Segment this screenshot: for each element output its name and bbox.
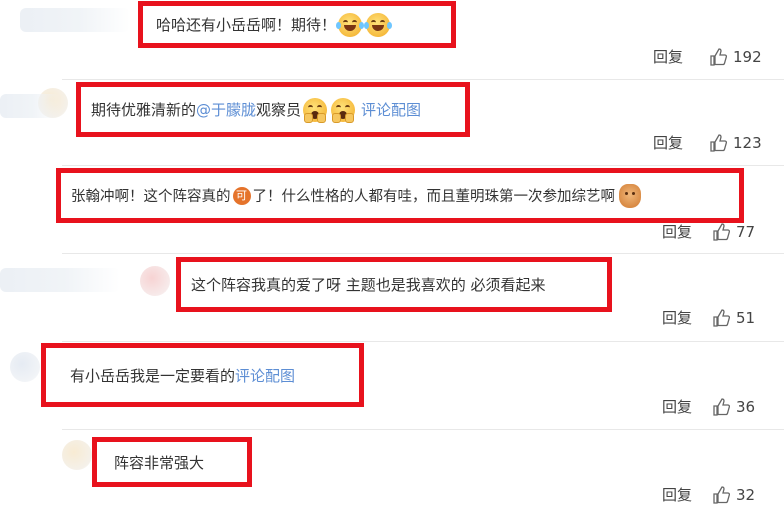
comment-item: 有小岳岳我是一定要看的 评论配图 回复 36 [0, 342, 784, 430]
comment-text-highlight: 哈哈还有小岳岳啊！期待！ [138, 1, 456, 48]
reply-button[interactable]: 回复 [653, 132, 683, 153]
comment-actions: 回复 123 [653, 132, 762, 153]
thumbs-up-icon[interactable] [709, 133, 728, 152]
comment-image-link[interactable]: 评论配图 [361, 99, 421, 120]
thumbs-up-icon[interactable] [712, 485, 731, 504]
scared-emoji-icon [331, 97, 356, 123]
comment-actions: 回复 32 [662, 484, 755, 505]
comment-item: 期待优雅清新的 @于朦胧 观察员 评论配图 回复 123 [0, 80, 784, 166]
thumbs-up-icon[interactable] [712, 397, 731, 416]
like-count: 123 [733, 133, 762, 152]
comment-actions: 回复 36 [662, 396, 755, 417]
reply-button[interactable]: 回复 [662, 484, 692, 505]
comment-text: 期待优雅清新的 [91, 101, 197, 119]
comment-text-highlight: 阵容非常强大 [92, 437, 252, 487]
laugh-cry-emoji-icon [336, 12, 365, 37]
comment-item: 阵容非常强大 回复 32 [0, 430, 784, 513]
laugh-cry-emoji-icon [364, 12, 393, 37]
comment-text: 这个阵容我真的爱了呀 主题也是我喜欢的 必须看起来 [191, 276, 546, 294]
username-blurred [20, 8, 130, 32]
comment-text-highlight: 这个阵容我真的爱了呀 主题也是我喜欢的 必须看起来 [176, 257, 612, 312]
reply-button[interactable]: 回复 [653, 46, 683, 67]
cookie-emoji-icon [619, 183, 641, 208]
username-blurred [0, 268, 120, 292]
avatar-blurred [62, 440, 92, 470]
comment-text-highlight: 期待优雅清新的 @于朦胧 观察员 评论配图 [76, 82, 470, 137]
username-blurred [0, 94, 60, 118]
comment-actions: 回复 77 [662, 221, 755, 242]
like-count: 32 [736, 485, 756, 504]
like-count: 51 [736, 308, 756, 327]
comment-text: 了！什么性格的人都有哇，而且董明珠第一次参加综艺啊 [252, 189, 616, 205]
like-count: 77 [736, 222, 756, 241]
like-count: 36 [736, 397, 756, 416]
comment-item: 张翰冲啊！这个阵容真的 可 了！什么性格的人都有哇，而且董明珠第一次参加综艺啊 … [0, 166, 784, 254]
thumbs-up-icon[interactable] [709, 47, 728, 66]
thumbs-up-icon[interactable] [712, 308, 731, 327]
like-count: 192 [733, 47, 762, 66]
avatar-blurred [10, 352, 40, 382]
ke-badge-icon: 可 [232, 186, 251, 205]
comment-text-highlight: 有小岳岳我是一定要看的 评论配图 [41, 343, 364, 407]
comment-image-link[interactable]: 评论配图 [235, 365, 295, 386]
comment-text-highlight: 张翰冲啊！这个阵容真的 可 了！什么性格的人都有哇，而且董明珠第一次参加综艺啊 [56, 168, 744, 223]
comment-actions: 回复 192 [653, 46, 762, 67]
avatar-blurred [140, 266, 170, 296]
comment-item: 这个阵容我真的爱了呀 主题也是我喜欢的 必须看起来 回复 51 [0, 254, 784, 342]
comment-text: 哈哈还有小岳岳啊！期待！ [156, 16, 337, 34]
comment-text: 有小岳岳我是一定要看的 [70, 366, 236, 385]
comment-text: 观察员 [256, 101, 302, 119]
thumbs-up-icon[interactable] [712, 222, 731, 241]
reply-button[interactable]: 回复 [662, 396, 692, 417]
reply-button[interactable]: 回复 [662, 307, 692, 328]
comment-text: 张翰冲啊！这个阵容真的 [71, 189, 231, 205]
comment-item: 哈哈还有小岳岳啊！期待！ 回复 192 [0, 0, 784, 80]
reply-button[interactable]: 回复 [662, 221, 692, 242]
scared-emoji-icon [303, 97, 328, 123]
comment-text: 阵容非常强大 [114, 454, 205, 472]
mention-link[interactable]: @于朦胧 [196, 99, 256, 120]
comment-actions: 回复 51 [662, 307, 755, 328]
